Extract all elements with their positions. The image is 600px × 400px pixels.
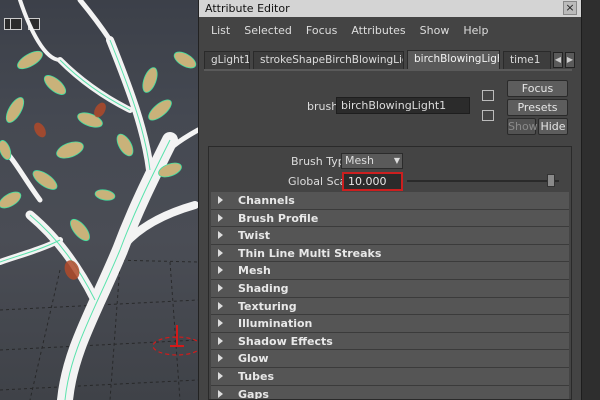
expand-arrow-icon xyxy=(218,301,223,310)
node-tab-bar: gLight1 strokeShapeBirchBlowingLight1 bi… xyxy=(204,50,580,69)
section-texturing[interactable]: Texturing xyxy=(211,297,569,316)
menu-bar: List Selected Focus Attributes Show Help xyxy=(199,17,581,43)
expand-arrow-icon xyxy=(218,266,223,275)
input-connection-icon[interactable] xyxy=(482,90,494,101)
attribute-panel: Brush Type Mesh ▼ Global Scale 10.000 Ch… xyxy=(208,146,572,400)
brush-type-dropdown[interactable]: Mesh ▼ xyxy=(341,153,403,169)
global-scale-row: Global Scale 10.000 xyxy=(209,172,571,192)
output-connection-icon[interactable] xyxy=(482,110,494,121)
tab-glight1[interactable]: gLight1 xyxy=(204,51,250,69)
section-shadow-effects[interactable]: Shadow Effects xyxy=(211,332,569,351)
expand-arrow-icon xyxy=(218,354,223,363)
menu-list[interactable]: List xyxy=(205,24,238,37)
expand-arrow-icon xyxy=(218,248,223,257)
section-twist[interactable]: Twist xyxy=(211,227,569,245)
menu-help[interactable]: Help xyxy=(457,24,496,37)
close-icon[interactable]: × xyxy=(563,1,577,15)
window-title: Attribute Editor xyxy=(205,2,290,15)
global-scale-slider-track[interactable] xyxy=(407,180,559,182)
section-shading[interactable]: Shading xyxy=(211,279,569,298)
tab-strokeshape[interactable]: strokeShapeBirchBlowingLight1 xyxy=(253,51,404,69)
tab-birchblowinglight1[interactable]: birchBlowingLight1 xyxy=(407,50,500,69)
tab-scroll-right-icon[interactable]: ▶ xyxy=(565,52,575,68)
expand-arrow-icon xyxy=(218,336,223,345)
expand-arrow-icon xyxy=(218,319,223,328)
section-mesh[interactable]: Mesh xyxy=(211,262,569,280)
brush-type-value: Mesh xyxy=(345,154,374,167)
menu-selected[interactable]: Selected xyxy=(238,24,300,37)
brush-name-field[interactable]: birchBlowingLight1 xyxy=(336,97,470,114)
section-brush-profile[interactable]: Brush Profile xyxy=(211,209,569,228)
menu-show[interactable]: Show xyxy=(414,24,458,37)
focus-button[interactable]: Focus xyxy=(507,80,568,97)
show-button[interactable]: Show xyxy=(507,118,538,135)
section-channels[interactable]: Channels xyxy=(211,192,569,210)
expand-arrow-icon xyxy=(218,213,223,222)
section-tubes[interactable]: Tubes xyxy=(211,367,569,386)
expand-arrow-icon xyxy=(218,231,223,240)
section-illumination[interactable]: Illumination xyxy=(211,315,569,333)
section-gaps[interactable]: Gaps xyxy=(211,385,569,399)
hide-button[interactable]: Hide xyxy=(538,118,568,135)
brush-type-row: Brush Type Mesh ▼ xyxy=(209,153,571,171)
global-scale-slider-handle[interactable] xyxy=(547,174,555,187)
expand-arrow-icon xyxy=(218,196,223,204)
expand-arrow-icon xyxy=(218,283,223,292)
chevron-down-icon: ▼ xyxy=(393,156,400,165)
menu-attributes[interactable]: Attributes xyxy=(345,24,413,37)
tab-underline xyxy=(204,69,572,71)
node-header-panel: brush: birchBlowingLight1 Focus Presets … xyxy=(198,74,568,140)
menu-focus[interactable]: Focus xyxy=(300,24,345,37)
section-glow[interactable]: Glow xyxy=(211,350,569,368)
expand-arrow-icon xyxy=(218,371,223,380)
tree-mesh-render xyxy=(0,0,198,400)
expand-arrow-icon xyxy=(218,389,223,398)
tab-time1[interactable]: time1 xyxy=(503,51,551,69)
3d-viewport[interactable] xyxy=(0,0,198,400)
section-thin-line-multi-streaks[interactable]: Thin Line Multi Streaks xyxy=(211,244,569,263)
section-list: Channels Brush Profile Twist Thin Line M… xyxy=(211,192,569,399)
window-titlebar[interactable]: Attribute Editor × xyxy=(199,0,581,17)
global-scale-field[interactable]: 10.000 xyxy=(342,172,403,191)
right-panel-edge xyxy=(581,0,600,400)
presets-button[interactable]: Presets xyxy=(507,99,568,116)
tab-scroll-left-icon[interactable]: ◀ xyxy=(553,52,563,68)
